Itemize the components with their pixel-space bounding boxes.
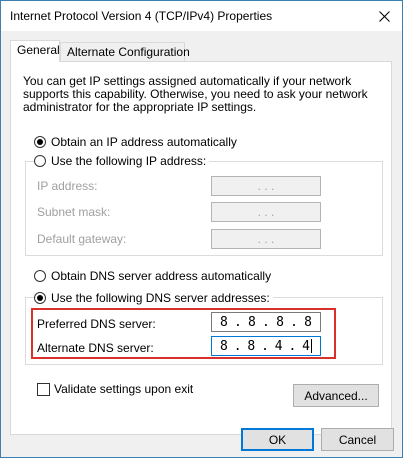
alternate-dns-field[interactable]: 8 . 8 . 4 . 4 [211,336,321,356]
subnet-mask-value: . . . [257,205,275,219]
validate-settings-checkbox[interactable]: Validate settings upon exit [37,382,193,396]
alternate-dns-octet-4: 4 [302,338,310,354]
preferred-dns-field[interactable]: 8 . 8 . 8 . 8 [211,312,321,332]
radio-label: Obtain DNS server address automatically [51,269,272,283]
alternate-dns-octet-4-wrap: 4 [302,339,312,354]
radio-button[interactable] [34,292,46,304]
octet-separator: . [288,338,297,354]
preferred-dns-octet-4: 8 [304,314,312,330]
checkbox-label: Validate settings upon exit [54,382,194,396]
title-bar[interactable]: Internet Protocol Version 4 (TCP/IPv4) P… [1,1,402,31]
default-gateway-field[interactable]: . . . [211,229,321,249]
radio-obtain-dns-auto[interactable]: Obtain DNS server address automatically [34,269,271,283]
subnet-mask-label: Subnet mask: [37,205,111,219]
preferred-dns-label: Preferred DNS server: [37,317,156,331]
alternate-dns-octet-2: 8 [247,338,256,354]
subnet-mask-field[interactable]: . . . [211,202,321,222]
cancel-button[interactable]: Cancel [321,428,394,451]
default-gateway-value: . . . [257,232,275,246]
octet-separator: . [262,314,270,330]
alternate-dns-octet-1: 8 [220,338,228,354]
checkbox-box[interactable] [37,382,50,396]
close-icon [378,10,390,22]
text-caret [310,339,312,353]
radio-label: Use the following DNS server addresses: [51,291,270,305]
radio-button[interactable] [34,155,46,167]
preferred-dns-octet-1: 8 [220,314,228,330]
ip-address-label: IP address: [37,179,98,193]
dialog-window: Internet Protocol Version 4 (TCP/IPv4) P… [0,0,403,458]
radio-label: Obtain an IP address automatically [51,135,237,149]
tab-general[interactable]: General [10,40,60,62]
radio-label: Use the following IP address: [51,154,207,168]
radio-obtain-ip-auto[interactable]: Obtain an IP address automatically [34,135,237,149]
default-gateway-label: Default gateway: [37,232,127,246]
octet-separator: . [233,338,242,354]
preferred-dns-octet-2: 8 [248,314,256,330]
window-title: Internet Protocol Version 4 (TCP/IPv4) P… [10,9,273,23]
ip-address-field[interactable]: . . . [211,176,321,196]
octet-separator: . [290,314,298,330]
radio-use-following-dns[interactable]: Use the following DNS server addresses: [34,291,273,305]
ok-button[interactable]: OK [241,428,314,451]
alternate-dns-octet-3: 4 [274,338,283,354]
octet-separator: . [234,314,242,330]
ip-address-value: . . . [257,179,275,193]
preferred-dns-octet-3: 8 [276,314,284,330]
octet-separator: . [261,338,269,354]
tab-alternate-configuration[interactable]: Alternate Configuration [60,42,190,62]
radio-button[interactable] [34,270,46,282]
radio-use-following-ip[interactable]: Use the following IP address: [34,154,210,168]
close-button[interactable] [366,1,402,31]
radio-button[interactable] [34,136,46,148]
alternate-dns-label: Alternate DNS server: [37,341,154,355]
description-text: You can get IP settings assigned automat… [23,74,368,114]
advanced-button[interactable]: Advanced... [293,384,379,407]
